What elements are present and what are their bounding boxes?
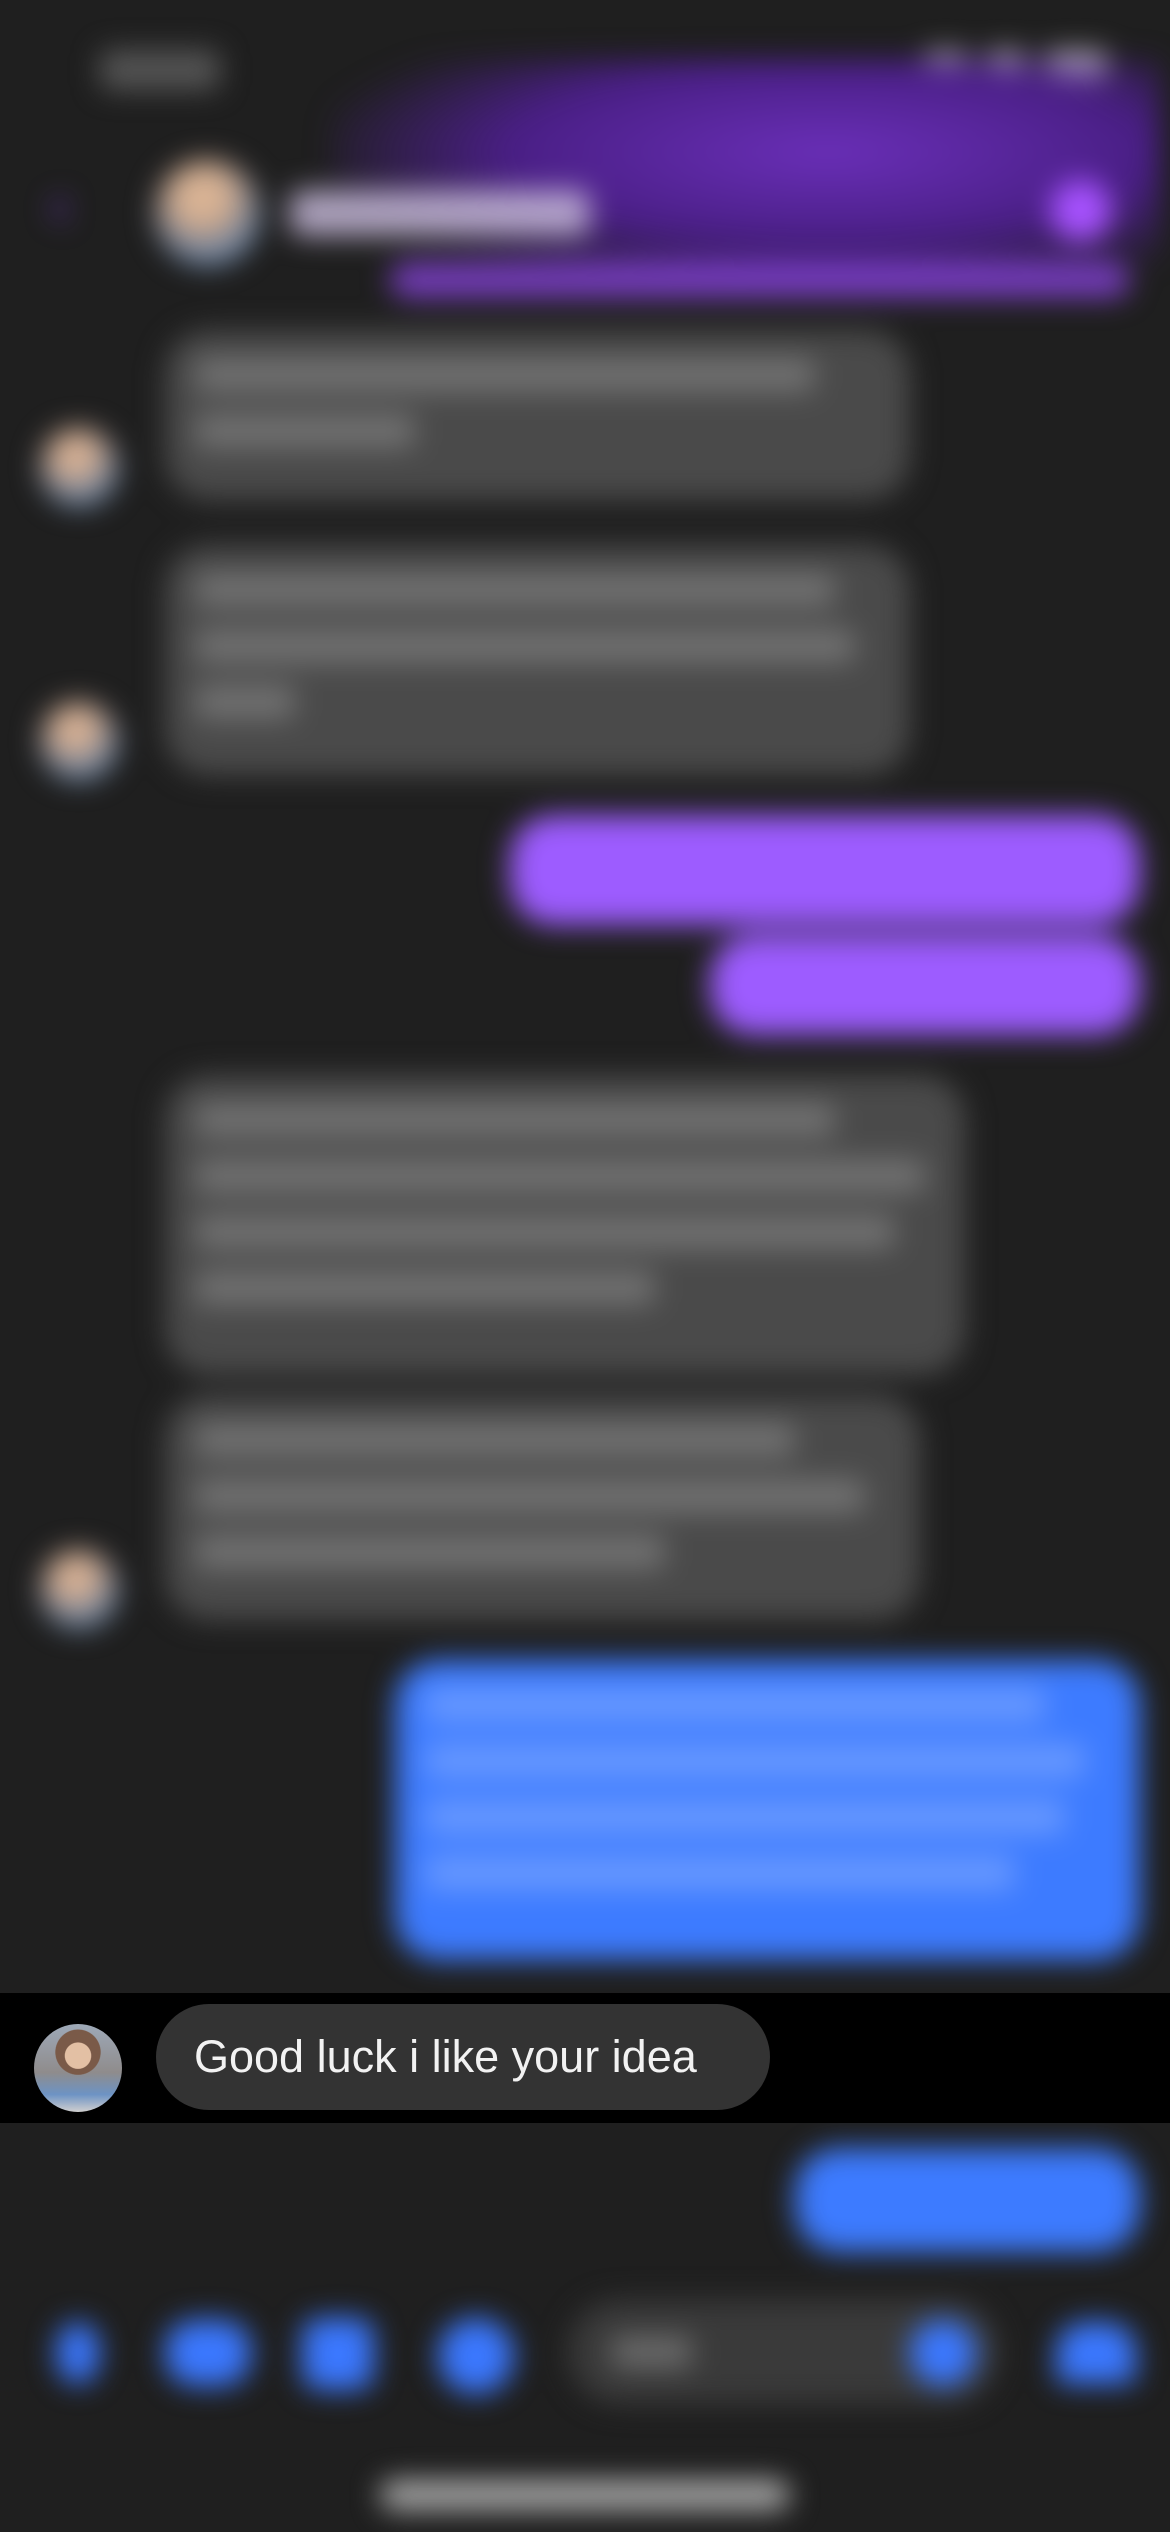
camera-icon[interactable] (165, 2320, 251, 2386)
avatar (40, 428, 118, 506)
message-bubble-outgoing[interactable] (710, 935, 1140, 1035)
message-input[interactable] (568, 2300, 998, 2404)
call-icon[interactable] (1050, 180, 1112, 242)
contact-name[interactable] (290, 190, 590, 236)
microphone-icon[interactable] (438, 2318, 514, 2394)
message-bubble-incoming[interactable] (165, 1395, 920, 1620)
avatar (34, 2024, 122, 2112)
message-bubble-incoming[interactable] (165, 545, 910, 775)
emoji-icon[interactable] (910, 2320, 976, 2386)
home-indicator (380, 2480, 790, 2510)
message-bubble-incoming[interactable] (165, 330, 910, 500)
message-bubble-outgoing[interactable] (395, 1660, 1140, 1960)
plus-icon[interactable] (56, 2322, 100, 2384)
status-time (100, 50, 220, 90)
message-bubble-incoming[interactable] (165, 1075, 965, 1375)
avatar (40, 1550, 118, 1628)
blurred-conversation: ‹ (0, 0, 1170, 2532)
message-text: Good luck i like your idea (194, 2031, 697, 2082)
chevron-left-icon[interactable]: ‹ (50, 175, 90, 235)
photo-icon[interactable] (302, 2318, 374, 2390)
header-background (330, 60, 1160, 290)
contact-avatar[interactable] (155, 160, 260, 265)
header-highlight (390, 262, 1130, 298)
message-input-placeholder (612, 2336, 692, 2368)
focused-message-bubble[interactable]: Good luck i like your idea (156, 2004, 770, 2110)
message-bubble-outgoing[interactable] (510, 815, 1140, 925)
like-icon[interactable] (1056, 2322, 1136, 2384)
avatar (40, 702, 118, 780)
message-bubble-outgoing[interactable] (795, 2148, 1140, 2252)
